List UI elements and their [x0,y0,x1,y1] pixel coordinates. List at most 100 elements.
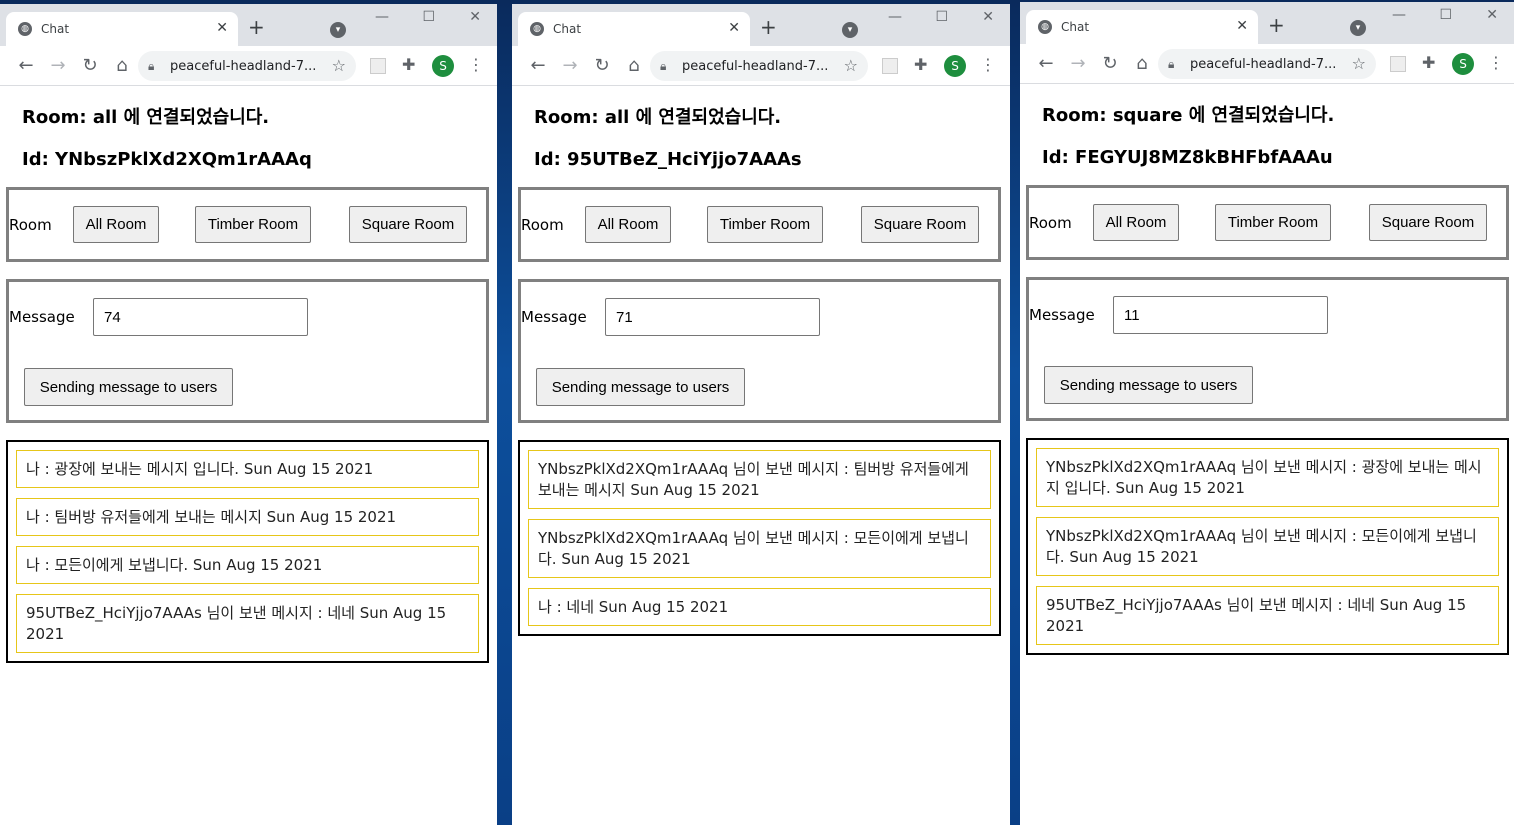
arrow-left-icon[interactable]: ← [10,55,42,76]
message-input[interactable]: 11 [1113,296,1328,334]
puzzle-icon[interactable]: ✚ [402,55,415,74]
arrow-right-icon[interactable]: → [1062,53,1094,74]
maximize-icon[interactable]: ☐ [935,10,948,24]
room-heading: Room: all 에 연결되었습니다. [534,107,782,128]
all-room-button[interactable]: All Room [585,206,671,243]
plus-icon[interactable]: + [248,17,265,37]
room-label: Room [1029,214,1072,232]
room-heading: Room: all 에 연결되었습니다. [22,107,270,128]
address-bar[interactable]: 🔒︎ peaceful-headland-7... ☆ [650,51,868,81]
kebab-icon[interactable]: ⋮ [1488,53,1504,72]
kebab-icon[interactable]: ⋮ [980,55,996,74]
message-input[interactable]: 74 [93,298,308,336]
home-icon[interactable]: ⌂ [106,55,138,76]
browser-toolbar: ← → ↻ ⌂ 🔒︎ peaceful-headland-7... ☆ ✚ S … [512,46,1010,86]
extension-icon[interactable] [1390,56,1406,72]
home-icon[interactable]: ⌂ [1126,53,1158,74]
lock-icon[interactable]: 🔒︎ [148,59,162,74]
tab-search-icon[interactable]: ▾ [1350,20,1366,36]
page-content: Room: all 에 연결되었습니다. Id: YNbszPklXd2XQm1… [0,103,497,663]
tab-title: Chat [41,22,70,36]
room-selector: Room All Room Timber Room Square Room [6,187,489,262]
puzzle-icon[interactable]: ✚ [914,55,927,74]
lock-icon[interactable]: 🔒︎ [660,59,674,74]
window-close-icon[interactable]: ✕ [1486,8,1498,22]
id-heading: Id: 95UTBeZ_HciYjjo7AAAs [534,149,802,170]
tab-strip: ◍ Chat ✕ + ▾ — ☐ ✕ [1020,2,1514,44]
message-input[interactable]: 71 [605,298,820,336]
all-room-button[interactable]: All Room [73,206,159,243]
message-item: 나 : 팀버방 유저들에게 보내는 메시지 Sun Aug 15 2021 [16,498,479,536]
browser-toolbar: ← → ↻ ⌂ 🔒︎ peaceful-headland-7... ☆ ✚ S … [0,46,497,86]
message-log: YNbszPklXd2XQm1rAAAq 님이 보낸 메시지 : 팀버방 유저들… [518,440,1001,636]
globe-icon: ◍ [1038,20,1052,34]
address-bar[interactable]: 🔒︎ peaceful-headland-7... ☆ [138,51,356,81]
maximize-icon[interactable]: ☐ [1439,8,1452,22]
plus-icon[interactable]: + [1268,15,1285,35]
arrow-left-icon[interactable]: ← [522,55,554,76]
message-item: 나 : 네네 Sun Aug 15 2021 [528,588,991,626]
avatar[interactable]: S [432,55,454,77]
puzzle-icon[interactable]: ✚ [1422,53,1435,72]
message-item: YNbszPklXd2XQm1rAAAq 님이 보낸 메시지 : 모든이에게 보… [1036,517,1499,576]
lock-icon[interactable]: 🔒︎ [1168,57,1182,72]
timber-room-button[interactable]: Timber Room [195,206,311,243]
tab-search-icon[interactable]: ▾ [842,22,858,38]
star-icon[interactable]: ☆ [332,56,346,75]
id-heading: Id: FEGYUJ8MZ8kBHFbfAAAu [1042,147,1333,168]
page-content: Room: square 에 연결되었습니다. Id: FEGYUJ8MZ8kB… [1020,101,1514,655]
kebab-icon[interactable]: ⋮ [468,55,484,74]
browser-window-2: ◍ Chat ✕ + ▾ — ☐ ✕ ← → ↻ ⌂ 🔒︎ peaceful-h… [512,4,1010,825]
message-item: 95UTBeZ_HciYjjo7AAAs 님이 보낸 메시지 : 네네 Sun … [16,594,479,653]
star-icon[interactable]: ☆ [844,56,858,75]
timber-room-button[interactable]: Timber Room [1215,204,1331,241]
message-item: YNbszPklXd2XQm1rAAAq 님이 보낸 메시지 : 모든이에게 보… [528,519,991,578]
globe-icon: ◍ [18,22,32,36]
browser-tab[interactable]: ◍ Chat ✕ [518,12,750,46]
reload-icon[interactable]: ↻ [586,55,618,76]
browser-tab[interactable]: ◍ Chat ✕ [1026,10,1258,44]
message-item: 나 : 광장에 보내는 메시지 입니다. Sun Aug 15 2021 [16,450,479,488]
send-message-button[interactable]: Sending message to users [1044,366,1253,404]
message-form: Message 74 Sending message to users [6,279,489,423]
minimize-icon[interactable]: — [888,10,902,24]
send-message-button[interactable]: Sending message to users [24,368,233,406]
minimize-icon[interactable]: — [1392,8,1406,22]
timber-room-button[interactable]: Timber Room [707,206,823,243]
avatar[interactable]: S [944,55,966,77]
square-room-button[interactable]: Square Room [1369,204,1487,241]
extension-icon[interactable] [370,58,386,74]
arrow-right-icon[interactable]: → [42,55,74,76]
star-icon[interactable]: ☆ [1352,54,1366,73]
minimize-icon[interactable]: — [375,10,389,24]
tab-search-icon[interactable]: ▾ [330,22,346,38]
browser-window-1: ◍ Chat ✕ + ▾ — ☐ ✕ ← → ↻ ⌂ 🔒︎ peaceful-h… [0,4,497,825]
home-icon[interactable]: ⌂ [618,55,650,76]
room-selector: Room All Room Timber Room Square Room [1026,185,1509,260]
room-selector: Room All Room Timber Room Square Room [518,187,1001,262]
browser-tab[interactable]: ◍ Chat ✕ [6,12,238,46]
reload-icon[interactable]: ↻ [74,55,106,76]
square-room-button[interactable]: Square Room [861,206,979,243]
message-item: 95UTBeZ_HciYjjo7AAAs 님이 보낸 메시지 : 네네 Sun … [1036,586,1499,645]
send-message-button[interactable]: Sending message to users [536,368,745,406]
all-room-button[interactable]: All Room [1093,204,1179,241]
extension-icon[interactable] [882,58,898,74]
message-item: 나 : 모든이에게 보냅니다. Sun Aug 15 2021 [16,546,479,584]
arrow-left-icon[interactable]: ← [1030,53,1062,74]
room-label: Room [521,216,564,234]
tab-strip: ◍ Chat ✕ + ▾ — ☐ ✕ [512,4,1010,46]
close-icon[interactable]: ✕ [216,20,228,36]
reload-icon[interactable]: ↻ [1094,53,1126,74]
window-close-icon[interactable]: ✕ [982,10,994,24]
window-close-icon[interactable]: ✕ [469,10,481,24]
tab-strip: ◍ Chat ✕ + ▾ — ☐ ✕ [0,4,497,46]
address-bar[interactable]: 🔒︎ peaceful-headland-7... ☆ [1158,49,1376,79]
plus-icon[interactable]: + [760,17,777,37]
arrow-right-icon[interactable]: → [554,55,586,76]
close-icon[interactable]: ✕ [728,20,740,36]
maximize-icon[interactable]: ☐ [422,10,435,24]
close-icon[interactable]: ✕ [1236,18,1248,34]
square-room-button[interactable]: Square Room [349,206,467,243]
avatar[interactable]: S [1452,53,1474,75]
